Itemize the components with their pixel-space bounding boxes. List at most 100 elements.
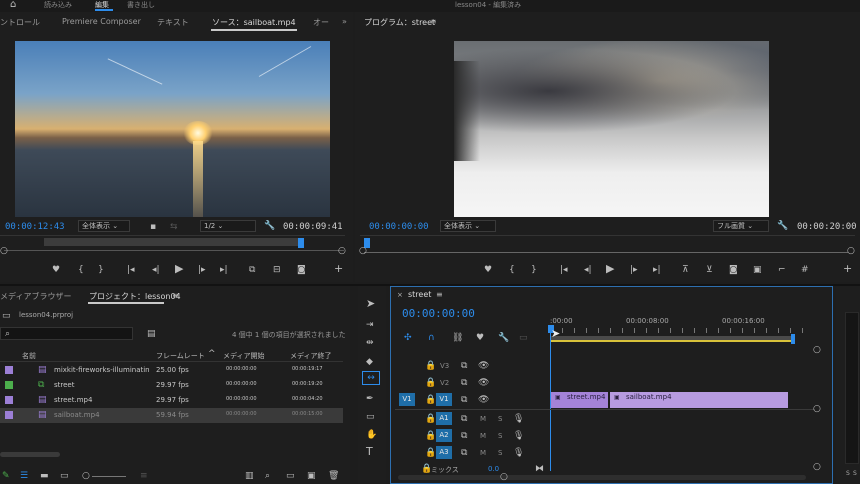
eye-icon[interactable]: 👁 bbox=[478, 378, 489, 388]
track-target-a2[interactable]: A2 bbox=[436, 429, 452, 442]
sync-lock-icon[interactable]: ⧉ bbox=[461, 414, 467, 424]
extract-icon[interactable]: ⊻ bbox=[706, 265, 713, 275]
zoom-slider[interactable] bbox=[92, 476, 126, 477]
source-playhead[interactable] bbox=[298, 238, 304, 248]
play-icon[interactable]: ▶ bbox=[175, 263, 183, 274]
freeform-view-icon[interactable]: ▭ bbox=[60, 471, 69, 481]
eye-icon[interactable]: 👁 bbox=[478, 361, 489, 371]
new-item-icon[interactable]: ▣ bbox=[307, 471, 316, 481]
mute-button[interactable]: M bbox=[480, 415, 486, 423]
grid-icon[interactable]: # bbox=[801, 265, 809, 275]
nest-icon[interactable]: ✣ bbox=[404, 333, 412, 343]
table-row[interactable]: ▤ mixkit-fireworks-illuminatin 25.00 fps… bbox=[0, 363, 343, 378]
column-frame-rate[interactable]: フレームレート bbox=[156, 351, 205, 361]
track-target-a3[interactable]: A3 bbox=[436, 446, 452, 459]
compare-icon[interactable]: ▣ bbox=[753, 265, 762, 275]
timeline-tab[interactable]: street bbox=[408, 290, 431, 299]
program-go-to-out-icon[interactable]: ▸| bbox=[653, 265, 661, 275]
sync-lock-icon[interactable]: ⧉ bbox=[461, 395, 467, 405]
timeline-menu-icon[interactable]: ≡ bbox=[436, 290, 443, 299]
project-search-input[interactable]: ⌕ bbox=[0, 327, 133, 340]
column-media-end[interactable]: メディア終了 bbox=[290, 351, 332, 361]
program-fit-dropdown[interactable]: 全体表示 ⌄ bbox=[440, 220, 496, 232]
rectangle-tool-icon[interactable]: ▭ bbox=[366, 412, 375, 422]
top-tab-import[interactable]: 読み込み bbox=[44, 0, 72, 10]
selection-tool-icon[interactable]: ➤ bbox=[366, 298, 375, 309]
source-zoom-bar[interactable] bbox=[4, 250, 344, 254]
tab-effect-controls[interactable]: ントロール bbox=[0, 17, 40, 28]
timeline-ruler[interactable]: :00:00 00:00:08:00 00:00:16:00 bbox=[550, 313, 815, 345]
table-row-selected[interactable]: ▤ sailboat.mp4 59.94 fps 00:00:00:00 00:… bbox=[0, 408, 343, 423]
table-row[interactable]: ⧉ street 29.97 fps 00:00:00:00 00:00:19:… bbox=[0, 378, 343, 393]
zoom-handle-right[interactable]: ○ bbox=[338, 246, 346, 256]
program-zoom-handle-right[interactable]: ○ bbox=[847, 246, 855, 256]
ripple-edit-tool-icon[interactable]: ⇹ bbox=[366, 338, 374, 348]
program-mark-out-icon[interactable]: } bbox=[531, 265, 537, 275]
add-button-icon[interactable]: + bbox=[334, 263, 343, 274]
razor-tool-icon[interactable]: ◆ bbox=[366, 357, 373, 367]
program-time-ruler[interactable] bbox=[360, 235, 855, 249]
program-video[interactable] bbox=[454, 41, 769, 217]
go-to-end-icon[interactable]: ⧓ bbox=[535, 464, 544, 474]
audio-vscroll-handle[interactable]: ○ bbox=[813, 462, 821, 472]
source-video[interactable] bbox=[15, 41, 330, 217]
program-camera-icon[interactable]: ◙ bbox=[729, 265, 738, 275]
mic-icon[interactable]: 🎙 bbox=[513, 448, 524, 458]
column-media-start[interactable]: メディア開始 bbox=[223, 351, 265, 361]
lift-icon[interactable]: ⊼ bbox=[682, 265, 689, 275]
timeline-close-icon[interactable]: × bbox=[397, 291, 403, 299]
tab-audio[interactable]: オー bbox=[313, 17, 329, 28]
track-lock-icon[interactable]: 🔒 bbox=[425, 431, 436, 441]
pencil-icon[interactable]: ✎ bbox=[2, 471, 10, 481]
type-tool-icon[interactable]: T bbox=[366, 446, 373, 457]
program-wrench-icon[interactable]: 🔧 bbox=[777, 221, 788, 231]
clip-sailboat[interactable]: ▣ sailboat.mp4 bbox=[610, 392, 788, 408]
label-color-swatch[interactable] bbox=[5, 411, 13, 419]
track-target-v1[interactable]: V1 bbox=[436, 393, 452, 406]
insert-icon[interactable]: ⧉ bbox=[249, 265, 255, 275]
meter-solo-left[interactable]: S bbox=[846, 470, 850, 477]
timeline-hscrollbar[interactable]: ○ bbox=[398, 472, 806, 482]
program-step-forward-icon[interactable]: |▸ bbox=[630, 265, 638, 275]
track-target-a1[interactable]: A1 bbox=[436, 412, 452, 425]
work-area-bar[interactable] bbox=[550, 336, 794, 342]
program-menu-icon[interactable]: ≡ bbox=[430, 17, 437, 26]
source-fit-dropdown[interactable]: 全体表示 ⌄ bbox=[78, 220, 130, 232]
clip-street[interactable]: ▣ street.mp4 bbox=[551, 392, 608, 408]
go-to-in-icon[interactable]: |◂ bbox=[127, 265, 135, 275]
eye-icon[interactable]: 👁 bbox=[478, 395, 489, 405]
tab-source[interactable]: ソース：sailboat.mp4 bbox=[212, 17, 296, 28]
automate-icon[interactable]: ▥ bbox=[245, 471, 254, 481]
wrench-icon[interactable]: 🔧 bbox=[264, 221, 275, 231]
timeline-vscrollbar[interactable]: ○ ○ bbox=[813, 345, 821, 457]
tab-text[interactable]: テキスト bbox=[157, 17, 189, 28]
mic-icon[interactable]: 🎙 bbox=[513, 431, 524, 441]
new-bin-icon[interactable]: ▭ bbox=[286, 471, 295, 481]
program-mark-in-icon[interactable]: { bbox=[509, 265, 515, 275]
work-area-end[interactable] bbox=[791, 334, 795, 344]
column-name[interactable]: 名前 bbox=[22, 351, 36, 361]
drag-icon[interactable]: ⇆ bbox=[170, 222, 178, 232]
mic-icon[interactable]: 🎙 bbox=[513, 414, 524, 424]
source-time-ruler[interactable] bbox=[0, 235, 345, 249]
new-bin-from-search-icon[interactable]: ▤ bbox=[147, 329, 156, 339]
step-forward-icon[interactable]: |▸ bbox=[198, 265, 206, 275]
track-lock-icon[interactable]: 🔒 bbox=[425, 395, 436, 405]
marker-icon[interactable]: ♥ bbox=[52, 265, 60, 275]
table-row[interactable]: ▤ street.mp4 29.97 fps 00:00:00:00 00:00… bbox=[0, 393, 343, 408]
sort-ascending-icon[interactable]: ^ bbox=[208, 349, 216, 359]
source-resolution-dropdown[interactable]: 1/2 ⌄ bbox=[200, 220, 256, 232]
source-patch-v1[interactable]: V1 bbox=[399, 393, 415, 406]
program-zoom-handle-left[interactable]: ○ bbox=[359, 246, 367, 256]
find-icon[interactable]: ⌕ bbox=[265, 471, 270, 481]
tab-media-browser[interactable]: メディアブラウザー bbox=[0, 291, 71, 302]
program-play-icon[interactable]: ▶ bbox=[606, 263, 614, 274]
hscroll-handle-left[interactable]: ○ bbox=[500, 472, 508, 482]
timeline-settings-icon[interactable]: 🔧 bbox=[498, 333, 509, 343]
source-timecode-in[interactable]: 00:00:12:43 bbox=[5, 222, 65, 232]
pen-tool-icon[interactable]: ✒ bbox=[366, 394, 374, 404]
program-timecode-in[interactable]: 00:00:00:00 bbox=[369, 222, 429, 232]
tab-project[interactable]: プロジェクト：lesson04 bbox=[89, 291, 181, 302]
snap-icon[interactable]: ∩ bbox=[428, 333, 435, 343]
program-step-back-icon[interactable]: ◂| bbox=[584, 265, 592, 275]
